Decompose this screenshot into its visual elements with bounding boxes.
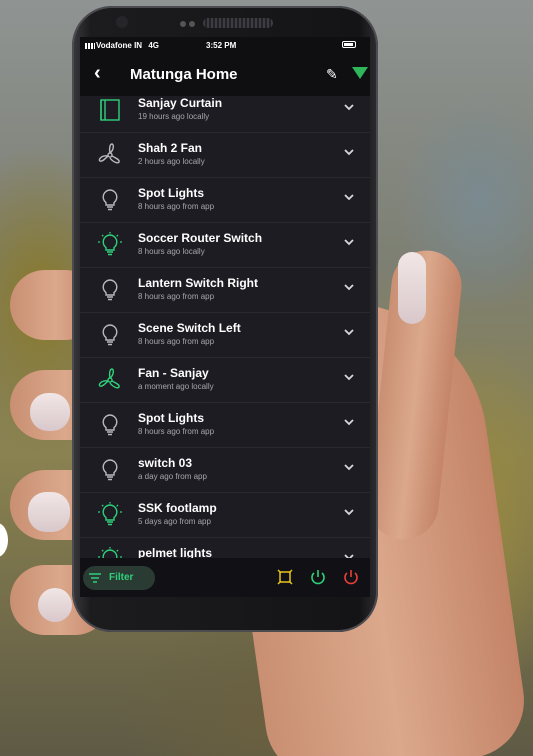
device-status: 8 hours ago from app <box>138 427 215 436</box>
device-name: Spot Lights <box>138 186 204 200</box>
app-header: ‹ Matunga Home ✎ <box>80 53 370 96</box>
device-name: Lantern Switch Right <box>138 276 258 290</box>
signal-icon <box>85 43 95 49</box>
bulb-icon <box>102 279 118 301</box>
fingernail <box>30 393 70 431</box>
device-row[interactable]: Spot Lights 8 hours ago from app <box>80 178 370 223</box>
chevron-down-icon[interactable] <box>342 460 356 474</box>
power-off-icon[interactable] <box>342 568 360 586</box>
thumbnail <box>398 252 426 324</box>
device-name: SSK footlamp <box>138 501 217 515</box>
bulb-icon <box>102 189 118 211</box>
device-name: Spot Lights <box>138 411 204 425</box>
chevron-down-icon[interactable] <box>342 325 356 339</box>
device-status: 8 hours ago from app <box>138 337 215 346</box>
device-status: 5 days ago from app <box>138 517 211 526</box>
device-list: Sanjay Curtain 19 hours ago locally Shah 2… <box>80 96 370 558</box>
device-name: Shah 2 Fan <box>138 141 203 155</box>
chevron-down-icon[interactable] <box>342 280 356 294</box>
curtain-icon <box>100 99 120 121</box>
wifi-icon[interactable] <box>352 67 368 79</box>
page-title: Matunga Home <box>130 66 238 83</box>
edit-icon[interactable]: ✎ <box>326 66 338 83</box>
device-status: 8 hours ago locally <box>138 247 205 256</box>
status-time: 3:52 PM <box>206 41 237 50</box>
chevron-down-icon[interactable] <box>342 415 356 429</box>
chevron-down-icon[interactable] <box>342 235 356 249</box>
bulb-icon <box>102 459 118 481</box>
sensor-dots <box>180 21 186 27</box>
front-camera <box>116 16 128 28</box>
device-status: 8 hours ago from app <box>138 292 215 301</box>
bulb-icon <box>98 232 122 256</box>
back-icon[interactable]: ‹ <box>94 63 101 83</box>
device-name: Scene Switch Left <box>138 321 241 335</box>
chevron-down-icon[interactable] <box>342 370 356 384</box>
device-status: 8 hours ago from app <box>138 202 215 211</box>
bulb-icon <box>98 547 122 558</box>
device-row[interactable]: switch 03 a day ago from app <box>80 448 370 493</box>
device-row[interactable]: Lantern Switch Right 8 hours ago from app <box>80 268 370 313</box>
decorative-dot <box>0 523 8 557</box>
device-row[interactable]: pelmet lights5 days ago from app <box>80 538 370 558</box>
carrier-label: Vodafone IN <box>96 41 143 50</box>
filter-label: Filter <box>109 572 134 583</box>
power-on-icon[interactable] <box>309 568 327 586</box>
device-row[interactable]: Scene Switch Left 8 hours ago from app <box>80 313 370 358</box>
earpiece-speaker <box>203 18 273 28</box>
device-status: a moment ago locally <box>138 382 214 391</box>
device-status: 2 hours ago locally <box>138 157 205 166</box>
bulb-icon <box>102 414 118 436</box>
device-row[interactable]: Spot Lights 8 hours ago from app <box>80 403 370 448</box>
network-label: 4G <box>148 41 159 50</box>
fingernail <box>38 588 72 622</box>
device-status: 19 hours ago locally <box>138 112 210 121</box>
chevron-down-icon[interactable] <box>342 190 356 204</box>
chevron-down-icon[interactable] <box>342 505 356 519</box>
device-row[interactable]: Fan - Sanjay a moment ago locally <box>80 358 370 403</box>
device-name: Soccer Router Switch <box>138 231 263 245</box>
device-name: switch 03 <box>138 456 193 470</box>
device-name: Fan - Sanjay <box>138 366 209 380</box>
chevron-down-icon[interactable] <box>342 550 356 558</box>
device-row[interactable]: SSK footlamp 5 days ago from app <box>80 493 370 538</box>
chevron-down-icon[interactable] <box>342 100 356 114</box>
bulb-icon <box>98 502 122 526</box>
device-row[interactable]: Soccer Router Switch 8 hours ago locally <box>80 223 370 268</box>
filter-icon <box>89 573 101 583</box>
device-status: a day ago from app <box>138 472 207 481</box>
device-name: pelmet lights <box>138 546 213 558</box>
scene-icon[interactable] <box>276 568 294 586</box>
fan-icon <box>98 143 120 164</box>
device-row[interactable]: Shah 2 Fan 2 hours ago locally <box>80 133 370 178</box>
fingernail <box>28 492 70 532</box>
bulb-icon <box>102 324 118 346</box>
status-bar: Vodafone IN 4G 3:52 PM <box>80 37 370 53</box>
app-screen: Vodafone IN 4G 3:52 PM ‹ Matunga Home ✎ … <box>80 37 370 597</box>
device-name: Sanjay Curtain <box>138 96 223 110</box>
bottom-toolbar: Filter <box>80 558 370 597</box>
filter-button[interactable]: Filter <box>83 566 155 590</box>
device-row[interactable]: Sanjay Curtain 19 hours ago locally <box>80 96 370 133</box>
battery-icon <box>342 41 356 48</box>
chevron-down-icon[interactable] <box>342 145 356 159</box>
fan-icon <box>98 368 120 389</box>
